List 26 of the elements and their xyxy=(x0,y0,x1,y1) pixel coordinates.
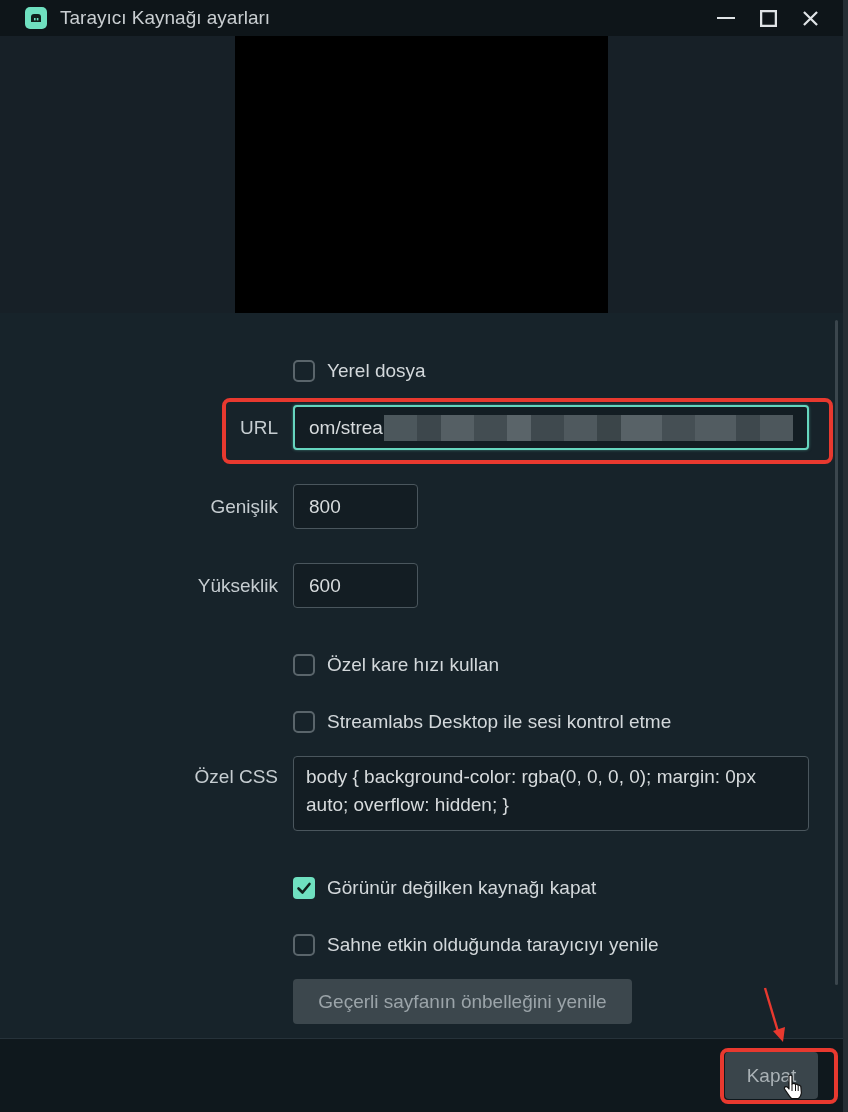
checkbox[interactable] xyxy=(293,934,315,956)
url-field[interactable]: om/strea xyxy=(293,405,809,450)
checkbox[interactable] xyxy=(293,654,315,676)
close-icon xyxy=(802,10,818,26)
app-logo-icon xyxy=(25,7,47,29)
checkbox-label: Streamlabs Desktop ile sesi kontrol etme xyxy=(327,711,672,733)
minimize-icon xyxy=(717,17,735,19)
maximize-icon xyxy=(759,9,777,27)
annotation-arrow xyxy=(763,987,787,1043)
checkbox-label: Görünür değilken kaynağı kapat xyxy=(327,877,597,899)
checkbox[interactable] xyxy=(293,360,315,382)
checkbox-label: Sahne etkin olduğunda tarayıcıyı yenile xyxy=(327,934,659,956)
window-title: Tarayıcı Kaynağı ayarları xyxy=(60,7,271,29)
refresh-cache-button[interactable]: Geçerli sayfanın önbelleğini yenile xyxy=(293,979,632,1024)
field-label: Özel CSS xyxy=(194,765,278,789)
checkbox[interactable] xyxy=(293,711,315,733)
field-label: URL xyxy=(240,416,278,439)
css-textarea[interactable]: body { background-color: rgba(0, 0, 0, 0); margin: 0px auto; overflow: hidden; } xyxy=(293,756,809,831)
number-field[interactable]: 800 xyxy=(293,484,418,529)
checkbox[interactable] xyxy=(293,877,315,899)
checkbox-label: Yerel dosya xyxy=(327,360,426,382)
scrollbar[interactable] xyxy=(835,320,838,985)
field-label: Genişlik xyxy=(210,495,278,518)
field-label: Yükseklik xyxy=(197,574,278,597)
number-field[interactable]: 600 xyxy=(293,563,418,608)
checkbox-label: Özel kare hızı kullan xyxy=(327,654,500,676)
